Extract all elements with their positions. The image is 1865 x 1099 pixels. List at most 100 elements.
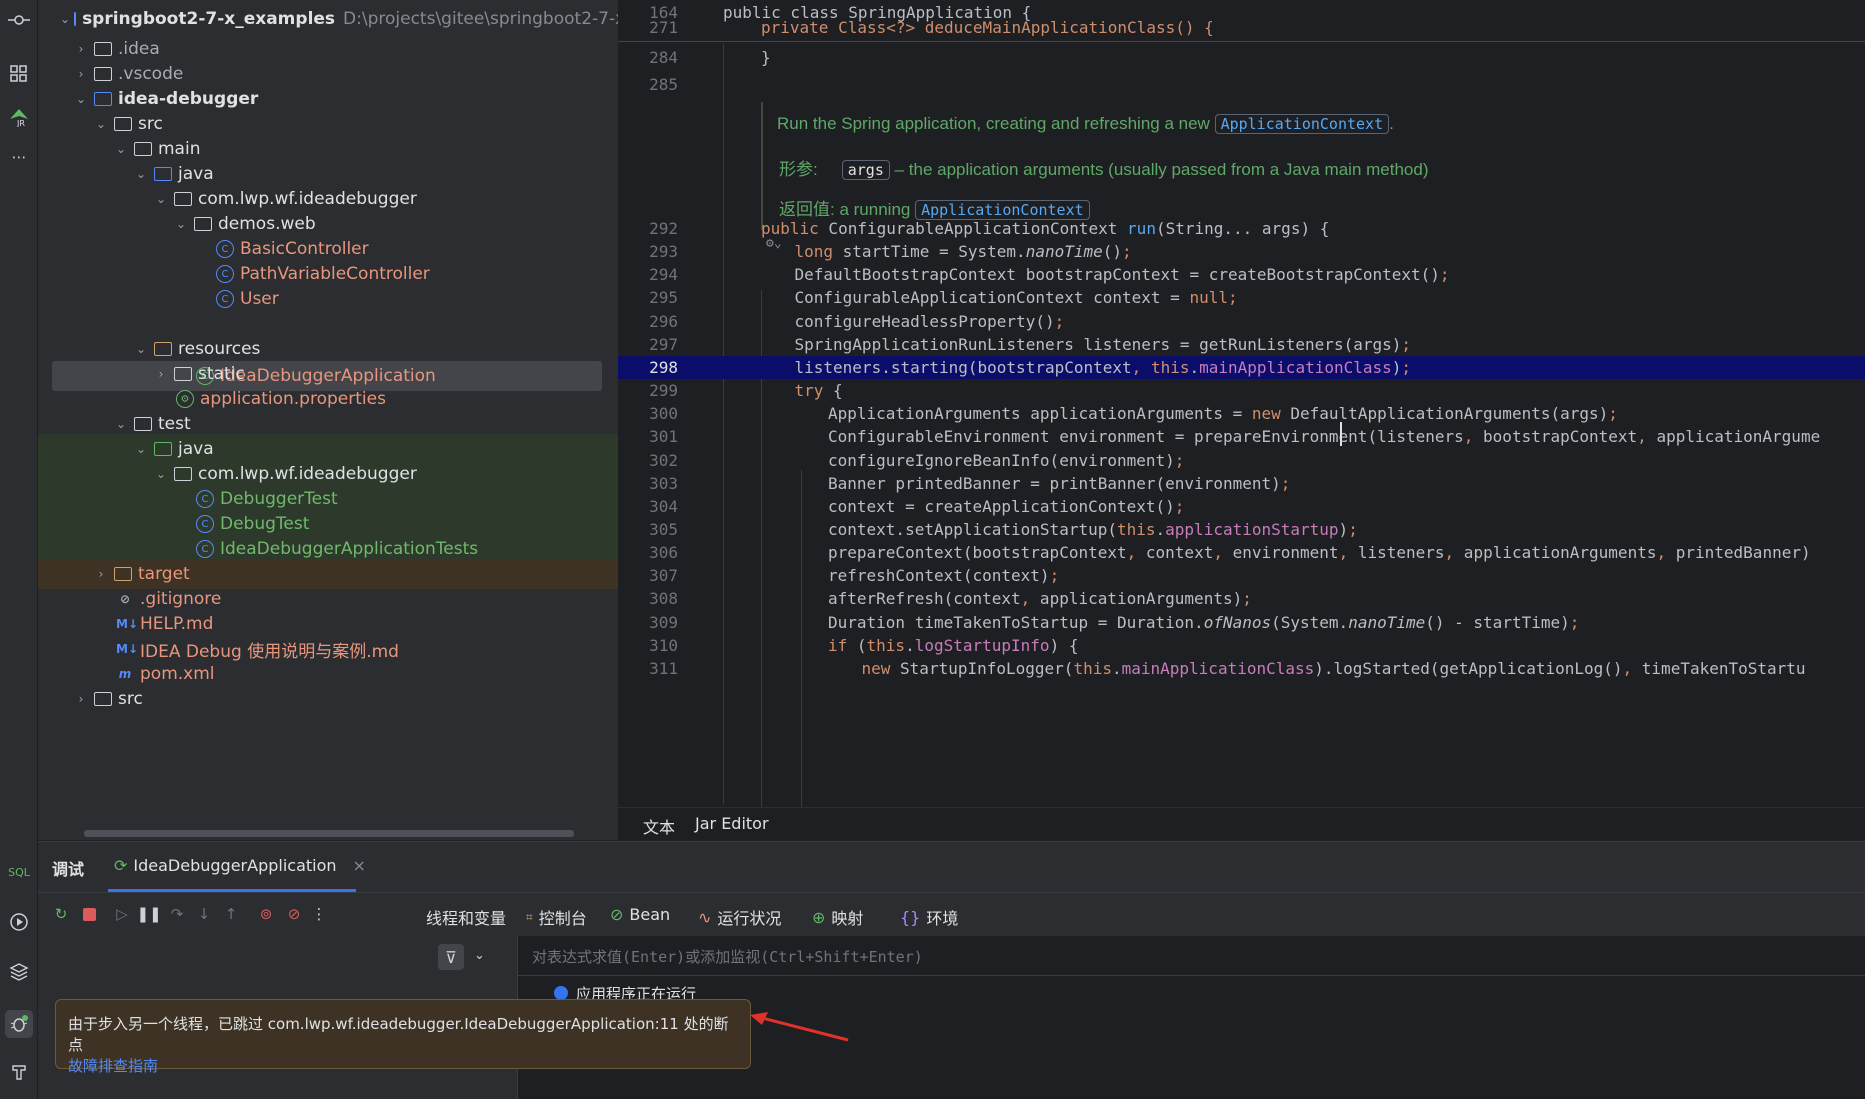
test-class-icon: C — [196, 490, 214, 508]
tree-item-label: main — [158, 139, 201, 159]
rerun-icon[interactable]: ↻ — [50, 903, 72, 925]
pause-icon[interactable]: ❚❚ — [136, 903, 161, 925]
tab-bean[interactable]: ⊘ Bean — [610, 905, 670, 924]
line-number[interactable]: 308 — [618, 589, 678, 608]
tab-jar-editor[interactable]: Jar Editor — [695, 814, 769, 833]
chevron-down-icon[interactable]: ⌄ — [152, 467, 170, 481]
line-number[interactable]: 300 — [618, 404, 678, 423]
annotation-arrow — [750, 1012, 849, 1042]
sticky-lines[interactable]: 164 public class SpringApplication { 271 p… — [618, 0, 1865, 42]
chevron-right-icon[interactable]: › — [72, 692, 90, 706]
class-icon: C — [216, 290, 234, 308]
folder-icon — [174, 367, 192, 381]
line-number[interactable]: 302 — [618, 451, 678, 470]
line-number[interactable]: 296 — [618, 312, 678, 331]
line-number[interactable]: 309 — [618, 613, 678, 632]
chevron-down-icon[interactable]: ⌄ — [112, 417, 130, 431]
stop-icon[interactable] — [78, 903, 100, 925]
jrebel-icon[interactable]: JR — [7, 104, 31, 128]
step-over-icon[interactable]: ↷ — [166, 903, 188, 925]
resume-icon[interactable]: ▷ — [111, 903, 133, 925]
line-number[interactable]: 298 — [618, 358, 678, 377]
structure-icon[interactable] — [7, 62, 31, 86]
mappings-icon: ⊕ — [812, 907, 826, 927]
chevron-down-icon[interactable]: ⌄ — [112, 142, 130, 156]
services-icon[interactable] — [7, 910, 31, 934]
code-text: ConfigurableEnvironment environment = pr… — [828, 427, 1821, 447]
chevron-right-icon[interactable]: › — [72, 42, 90, 56]
line-number[interactable]: 299 — [618, 381, 678, 400]
code-text: Duration timeTakenToStartup = Duration.o… — [828, 612, 1580, 632]
test-class-icon: C — [196, 515, 214, 533]
tab-console[interactable]: ⌗ 控制台 — [526, 905, 587, 929]
session-tab[interactable]: ⟳ IdeaDebuggerApplication × — [108, 842, 366, 892]
line-number[interactable]: 304 — [618, 497, 678, 516]
tab-environment[interactable]: {} 环境 — [900, 905, 958, 929]
folder-icon — [134, 142, 152, 156]
chevron-down-icon[interactable]: ⌄ — [72, 92, 90, 106]
close-icon[interactable]: × — [353, 856, 366, 875]
line-number[interactable]: 310 — [618, 636, 678, 655]
code-text: long startTime = System.nanoTime(); — [794, 242, 1132, 262]
code-text: DefaultBootstrapContext bootstrapContext… — [794, 265, 1450, 285]
line-number[interactable]: 306 — [618, 543, 678, 562]
chevron-down-icon[interactable]: ⌄ — [132, 167, 150, 181]
line-number[interactable]: 292 — [618, 219, 678, 238]
chevron-down-icon[interactable]: ⌄ — [474, 948, 485, 963]
chevron-right-icon[interactable]: › — [72, 67, 90, 81]
troubleshooting-link[interactable]: 故障排查指南 — [68, 1057, 158, 1075]
tree-item[interactable]: C User — [38, 284, 618, 314]
line-number[interactable]: 305 — [618, 520, 678, 539]
tree-item[interactable]: › src — [38, 684, 618, 714]
tab-health[interactable]: ∿ 运行状况 — [698, 905, 781, 929]
tree-root[interactable]: ⌄ springboot2-7-x_examples D:\projects\g… — [38, 4, 618, 34]
module-folder-icon — [94, 92, 112, 106]
line-number[interactable]: 294 — [618, 265, 678, 284]
line-number[interactable]: 293 — [618, 242, 678, 261]
tree-horizontal-scrollbar[interactable] — [84, 830, 574, 837]
code-editor[interactable]: 284} 285 Run the Spring application, cre… — [618, 0, 1865, 807]
sticky-line[interactable]: 271 private Class<?> deduceMainApplicatio… — [618, 18, 1865, 36]
sql-icon[interactable]: SQL — [7, 860, 31, 884]
mute-breakpoints-icon[interactable]: ⊘ — [283, 903, 305, 925]
chevron-right-icon[interactable]: › — [152, 367, 170, 381]
chevron-down-icon[interactable]: ⌄ — [132, 342, 150, 356]
line-number[interactable]: 307 — [618, 566, 678, 585]
chevron-down-icon[interactable]: ⌄ — [60, 12, 70, 26]
evaluate-expression-input[interactable]: 对表达式求值(Enter)或添加监视(Ctrl+Shift+Enter) — [518, 936, 1865, 976]
info-icon — [554, 986, 568, 1000]
tab-threads-variables[interactable]: 线程和变量 — [426, 905, 506, 929]
layers-icon[interactable] — [7, 960, 31, 984]
line-number[interactable]: 303 — [618, 474, 678, 493]
more-vertical-icon[interactable]: ⋮ — [308, 903, 330, 925]
filter-icon[interactable]: ⊽ — [438, 944, 464, 970]
more-icon[interactable]: ⋯ — [7, 145, 31, 169]
debug-tool-icon[interactable] — [5, 1010, 33, 1038]
editor-bottom-tabs: 文本 Jar Editor — [618, 807, 1865, 846]
tab-mappings[interactable]: ⊕ 映射 — [812, 905, 863, 929]
step-into-icon[interactable]: ↓ — [193, 903, 215, 925]
view-breakpoints-icon[interactable]: ⊚ — [255, 903, 277, 925]
commit-icon[interactable] — [7, 8, 31, 32]
chevron-down-icon[interactable]: ⌄ — [132, 442, 150, 456]
line-number[interactable]: 297 — [618, 335, 678, 354]
tab-text[interactable]: 文本 — [628, 814, 690, 846]
chevron-down-icon[interactable]: ⌄ — [172, 217, 190, 231]
code-line: 294 DefaultBootstrapContext bootstrapCont… — [618, 263, 1865, 286]
chevron-right-icon[interactable]: › — [92, 567, 110, 581]
chevron-down-icon[interactable]: ⌄ — [152, 192, 170, 206]
test-folder-icon — [154, 442, 172, 456]
code-text: refreshContext(context); — [828, 566, 1060, 586]
svg-text:JR: JR — [16, 119, 25, 127]
step-out-icon[interactable]: ↑ — [220, 903, 242, 925]
code-line: 295 ConfigurableApplicationContext contex… — [618, 286, 1865, 309]
line-number[interactable]: 311 — [618, 659, 678, 678]
debug-header: 调试 ⟳ IdeaDebuggerApplication × — [38, 842, 1865, 892]
line-number[interactable]: 301 — [618, 427, 678, 446]
doc-link-chip[interactable]: ApplicationContext — [1214, 114, 1390, 134]
chevron-down-icon[interactable]: ⌄ — [92, 117, 110, 131]
doc-param-text: – the application arguments (usually pas… — [894, 160, 1429, 179]
line-number[interactable]: 295 — [618, 288, 678, 307]
javadoc-rendered: Run the Spring application, creating and… — [761, 102, 1851, 230]
build-icon[interactable] — [7, 1060, 31, 1084]
